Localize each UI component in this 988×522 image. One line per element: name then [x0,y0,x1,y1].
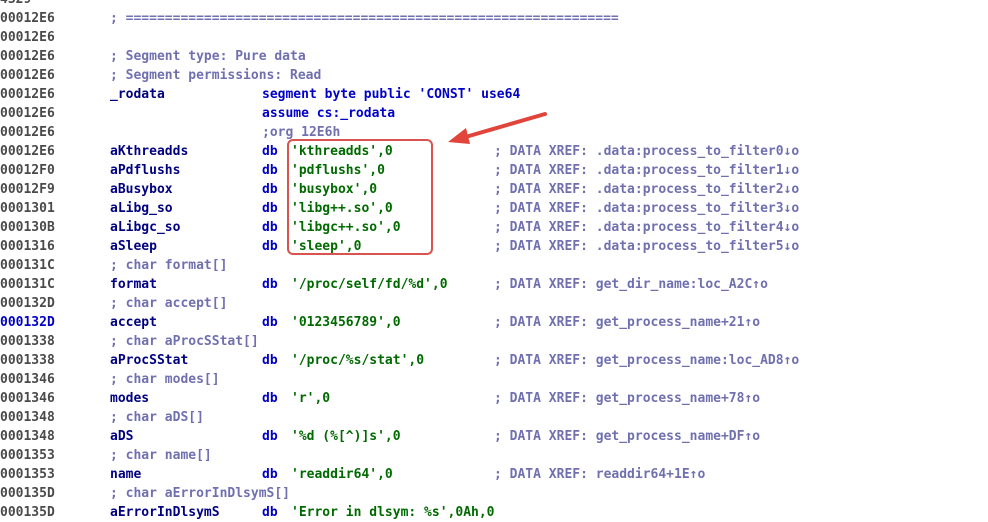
string-literal: '/proc/self/fd/%d',0 [291,277,448,292]
label-name: accept [110,315,157,330]
label-name: modes [110,391,150,406]
opcode: db [262,201,278,216]
directive: segment byte public 'CONST' use64 [262,87,521,102]
address: 0001301 [0,201,55,216]
address: 0001353 [0,467,55,482]
terminator: ,0 [314,391,331,406]
address: 00012E6 [0,11,55,26]
label-name: aDS [110,429,134,444]
label-name: name [110,467,142,482]
xref-comment: ; DATA XREF: get_dir_name:loc_A2C↑o [494,277,768,292]
comment: ; char modes[] [110,372,220,387]
address: 00012E6 [0,125,55,140]
comment: ; char format[] [110,258,228,273]
label-name: format [110,277,157,292]
label-name: aLibgc_so [110,220,181,235]
terminator: ,0 [431,277,448,292]
xref-comment: ; DATA XREF: get_process_name+21↑o [494,315,761,330]
address: 0001338 [0,334,55,349]
label-name: aBusybox [110,182,173,197]
address: 000132D [0,296,55,311]
address: 0001338 [0,353,55,368]
label-name: _rodata [110,87,165,102]
comment: ; char accept[] [110,296,228,311]
xref-comment: ; DATA XREF: .data:process_to_filter5↓o [494,239,800,254]
address: 0001346 [0,372,55,387]
terminator: ,0 [408,353,425,368]
address: 0001346 [0,391,55,406]
address: 000130B [0,220,55,235]
address: 00012E6 [0,106,55,121]
opcode: db [262,315,278,330]
address: 00012E6 [0,30,55,45]
comment: ; char aErrorInDlsymS[] [110,486,291,501]
address: 4329 [0,0,100,9]
address: 000131C [0,277,55,292]
xref-comment: ; DATA XREF: get_process_name+78↑o [494,391,761,406]
address: 0001316 [0,239,55,254]
opcode: db [262,277,278,292]
xref-comment: ; DATA XREF: get_process_name:loc_AD8↑o [494,353,800,368]
string-literal: 'r',0 [291,391,331,406]
comment: ; char name[] [110,448,212,463]
address: 00012E6 [0,87,55,102]
label-name: aKthreadds [110,144,189,159]
opcode: db [262,353,278,368]
annotation-arrow-icon [448,112,547,144]
address: 00012E6 [0,68,55,83]
address: 00012E6 [0,144,55,159]
address: 0001348 [0,410,55,425]
xref-comment: ; DATA XREF: .data:process_to_filter3↓o [494,201,800,216]
terminator: ,0 [377,467,393,482]
xref-comment: ; DATA XREF: get_process_name+DF↑o [494,429,761,444]
highlight-box [287,139,433,255]
opcode: db [262,467,278,482]
opcode: db [262,429,278,444]
opcode: db [262,391,278,406]
address: 000132D [0,315,55,330]
terminator: ,0 [384,429,401,444]
comment: ; char aDS[] [110,410,204,425]
xref-comment: ; DATA XREF: .data:process_to_filter4↓o [494,220,800,235]
address: 00012F0 [0,163,55,178]
opcode: db [262,182,278,197]
opcode: db [262,163,278,178]
address: 000135D [0,486,55,501]
comment: ; Segment type: Pure data [110,49,306,64]
comment: ; char aProcSStat[] [110,334,259,349]
opcode: db [262,144,278,159]
terminator: ,0Ah,0 [447,505,495,520]
string-literal: '%d (%[^)]s',0 [291,429,401,444]
string-literal: '/proc/%s/stat',0 [291,353,425,368]
string-literal: 'Error in dlsym: %s',0Ah,0 [291,505,495,520]
label-name: aPdflushs [110,163,181,178]
comment: ; ======================================… [110,11,619,26]
address: 00012E6 [0,49,55,64]
label-name: aSleep [110,239,157,254]
terminator: ,0 [384,315,401,330]
address: 0001348 [0,429,55,444]
label-name: aProcSStat [110,353,189,368]
address: 000131C [0,258,55,273]
opcode: db [262,505,278,520]
address: 000135D [0,505,55,520]
label-name: aErrorInDlsymS [110,505,220,520]
directive: assume cs:_rodata [262,106,396,121]
string-literal: 'readdir64',0 [291,467,393,482]
opcode: db [262,220,278,235]
label-name: aLibg_so [110,201,173,216]
comment: ; Segment permissions: Read [110,68,322,83]
string-literal: '0123456789',0 [291,315,401,330]
xref-comment: ; DATA XREF: readdir64+1E↑o [494,467,706,482]
xref-comment: ; DATA XREF: .data:process_to_filter2↓o [494,182,800,197]
address: 00012F9 [0,182,55,197]
xref-comment: ; DATA XREF: .data:process_to_filter1↓o [494,163,800,178]
address: 0001353 [0,448,55,463]
opcode: db [262,239,278,254]
